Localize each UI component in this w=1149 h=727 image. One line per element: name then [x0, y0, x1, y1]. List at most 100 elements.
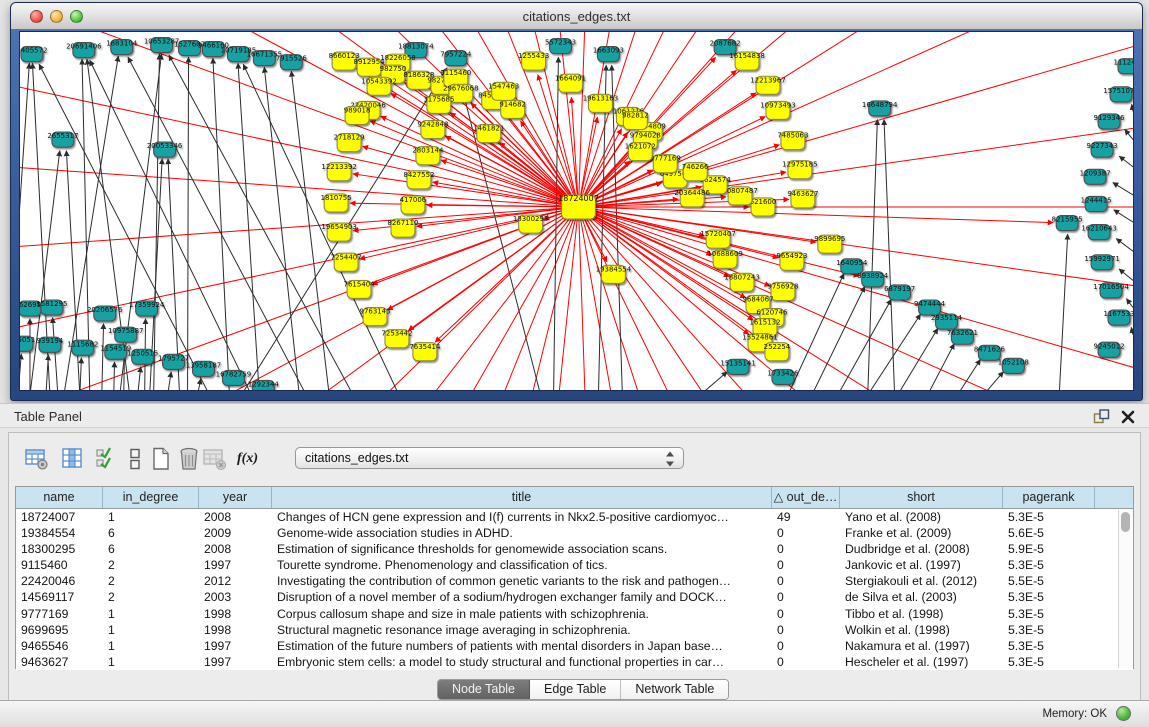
graph-node[interactable]: 9899695	[814, 234, 845, 253]
graph-node[interactable]: 7615404	[344, 279, 376, 298]
column-header-short[interactable]: short	[840, 487, 1003, 508]
graph-node[interactable]: 746266	[682, 162, 709, 181]
graph-node[interactable]: 7485063	[777, 131, 808, 150]
trash-icon[interactable]	[177, 447, 201, 471]
graph-node[interactable]: 914682	[499, 99, 526, 118]
graph-node[interactable]: 10975887	[108, 326, 143, 342]
graph-node[interactable]: 12975185	[782, 160, 817, 179]
graph-node[interactable]: 1112404	[1113, 58, 1133, 74]
scrollbar-thumb[interactable]	[1121, 512, 1130, 532]
graph-node[interactable]: 8267110	[387, 218, 418, 237]
graph-node[interactable]: 7254407	[331, 252, 362, 271]
graph-node[interactable]: 20691406	[66, 42, 102, 58]
graph-node[interactable]: 18300295	[513, 214, 548, 233]
graph-node[interactable]: 1250515	[127, 348, 158, 364]
graph-node[interactable]: 10973493	[760, 100, 795, 119]
graph-node[interactable]: 16210643	[1081, 224, 1116, 240]
graph-node[interactable]: 7253442	[381, 329, 412, 348]
graph-node[interactable]: 9654923	[776, 251, 807, 270]
graph-node[interactable]: 15751074	[1103, 86, 1133, 102]
graph-node[interactable]: 9763143	[360, 307, 391, 326]
graph-node[interactable]: 2935114	[931, 313, 963, 329]
table-vertical-scrollbar[interactable]	[1118, 510, 1132, 668]
graph-node[interactable]: 20364486	[674, 188, 710, 207]
graph-node[interactable]: 1209387	[1080, 168, 1111, 184]
graph-node[interactable]: 9129346	[1094, 113, 1126, 129]
window-titlebar[interactable]: citations_edges.txt	[11, 3, 1142, 30]
graph-node[interactable]: 989018	[344, 105, 371, 124]
graph-node[interactable]: 18724007	[558, 194, 599, 219]
graph-node[interactable]: 1581295	[36, 299, 67, 315]
graph-node[interactable]: 1244415	[1081, 195, 1112, 211]
tab-edge-table[interactable]: Edge Table	[530, 680, 621, 699]
tab-node-table[interactable]: Node Table	[438, 680, 530, 699]
graph-node[interactable]: 12213967	[750, 75, 785, 94]
table-row[interactable]: 911546021997Tourette syndrome. Phenomeno…	[16, 557, 1133, 573]
table-row[interactable]: 977716911998Corpus callosum shape and si…	[16, 606, 1133, 622]
table-row[interactable]: 2242004622012Investigating the contribut…	[16, 573, 1133, 589]
row-checks-icon[interactable]	[95, 447, 119, 471]
table-selector-dropdown[interactable]: citations_edges.txt	[295, 447, 684, 469]
close-panel-icon[interactable]	[1119, 408, 1137, 426]
graph-node[interactable]: 1292344	[248, 379, 280, 390]
graph-node[interactable]: 7915526	[276, 54, 308, 70]
graph-node[interactable]: 15992971	[1084, 254, 1119, 270]
graph-node[interactable]: 982812	[622, 110, 649, 129]
graph-node[interactable]: 7635414	[409, 342, 441, 361]
table-row[interactable]: 1456911722003Disruption of a novel membe…	[16, 589, 1133, 605]
node-attribute-table[interactable]: namein_degreeyeartitle△ out_de…shortpage…	[15, 486, 1134, 669]
graph-node[interactable]: 5572343	[545, 38, 576, 54]
graph-node[interactable]: 8215955	[1052, 215, 1083, 231]
graph-node[interactable]: 20053346	[147, 141, 183, 157]
graph-node[interactable]: 9242848	[417, 119, 448, 138]
tab-network-table[interactable]: Network Table	[621, 680, 728, 699]
graph-node[interactable]: 417006	[400, 195, 427, 214]
column-header-name[interactable]: name	[16, 487, 103, 508]
graph-node[interactable]: 9227343	[1087, 141, 1118, 157]
graph-node[interactable]: 7632621	[947, 328, 978, 344]
graph-node[interactable]: 252254	[764, 342, 791, 361]
table-row[interactable]: 1872400712008Changes of HCN gene express…	[16, 509, 1133, 525]
graph-node[interactable]: 1664091	[555, 73, 586, 92]
graph-node[interactable]: 17359924	[129, 300, 165, 316]
table-row[interactable]: 1830029562008Estimation of significance …	[16, 541, 1133, 557]
table-settings-icon[interactable]	[25, 447, 49, 471]
graph-node[interactable]: 2803144	[412, 146, 444, 165]
column-header-year[interactable]: year	[199, 487, 272, 508]
graph-node[interactable]: 16648794	[862, 100, 898, 116]
graph-node[interactable]: 1255433	[518, 51, 549, 70]
graph-node[interactable]: 20206576	[87, 305, 123, 321]
table-row[interactable]: 946554611997Estimation of the future num…	[16, 638, 1133, 654]
graph-node[interactable]: 621600	[750, 197, 777, 216]
graph-node[interactable]: 1547463	[488, 81, 519, 100]
graph-node[interactable]: 12213392	[321, 162, 356, 181]
select-column-icon[interactable]	[61, 447, 85, 471]
graph-node[interactable]: 1663093	[593, 46, 624, 62]
graph-node[interactable]: 9245012	[1094, 341, 1125, 357]
citation-network-graph[interactable]: 2405572206914061883104106532871527607946…	[20, 32, 1133, 390]
delete-table-icon[interactable]	[203, 447, 227, 471]
graph-node[interactable]: 10688609	[707, 249, 742, 268]
graph-node[interactable]: 935051	[20, 335, 35, 351]
graph-node[interactable]: 1883104	[106, 39, 138, 55]
graph-node[interactable]: 9777169	[650, 154, 681, 173]
graph-node[interactable]: 9463627	[787, 189, 818, 208]
graph-node[interactable]: 10543392	[361, 76, 396, 95]
graph-node[interactable]: 1167533	[1104, 309, 1133, 325]
split-view-icon[interactable]	[123, 447, 147, 471]
graph-node[interactable]: 8427552	[403, 170, 434, 189]
column-header-title[interactable]: title	[272, 487, 772, 508]
graph-node[interactable]: 939194	[37, 336, 64, 352]
graph-node[interactable]: 1810755	[321, 193, 352, 212]
graph-node[interactable]: 1621072	[625, 142, 656, 161]
graph-node[interactable]: 1052108	[998, 357, 1029, 373]
table-row[interactable]: 1938455462009Genome-wide association stu…	[16, 525, 1133, 541]
network-canvas[interactable]: 2405572206914061883104106532871527607946…	[19, 31, 1134, 391]
column-header-out_de[interactable]: △ out_de…	[772, 487, 840, 508]
graph-node[interactable]: 3175685	[423, 94, 454, 113]
graph-node[interactable]: 6879197	[884, 284, 915, 300]
column-header-pagerank[interactable]: pagerank	[1003, 487, 1095, 508]
graph-node[interactable]: 19654903	[321, 222, 356, 241]
column-header-in_degree[interactable]: in_degree	[103, 487, 199, 508]
new-document-icon[interactable]	[149, 447, 173, 471]
